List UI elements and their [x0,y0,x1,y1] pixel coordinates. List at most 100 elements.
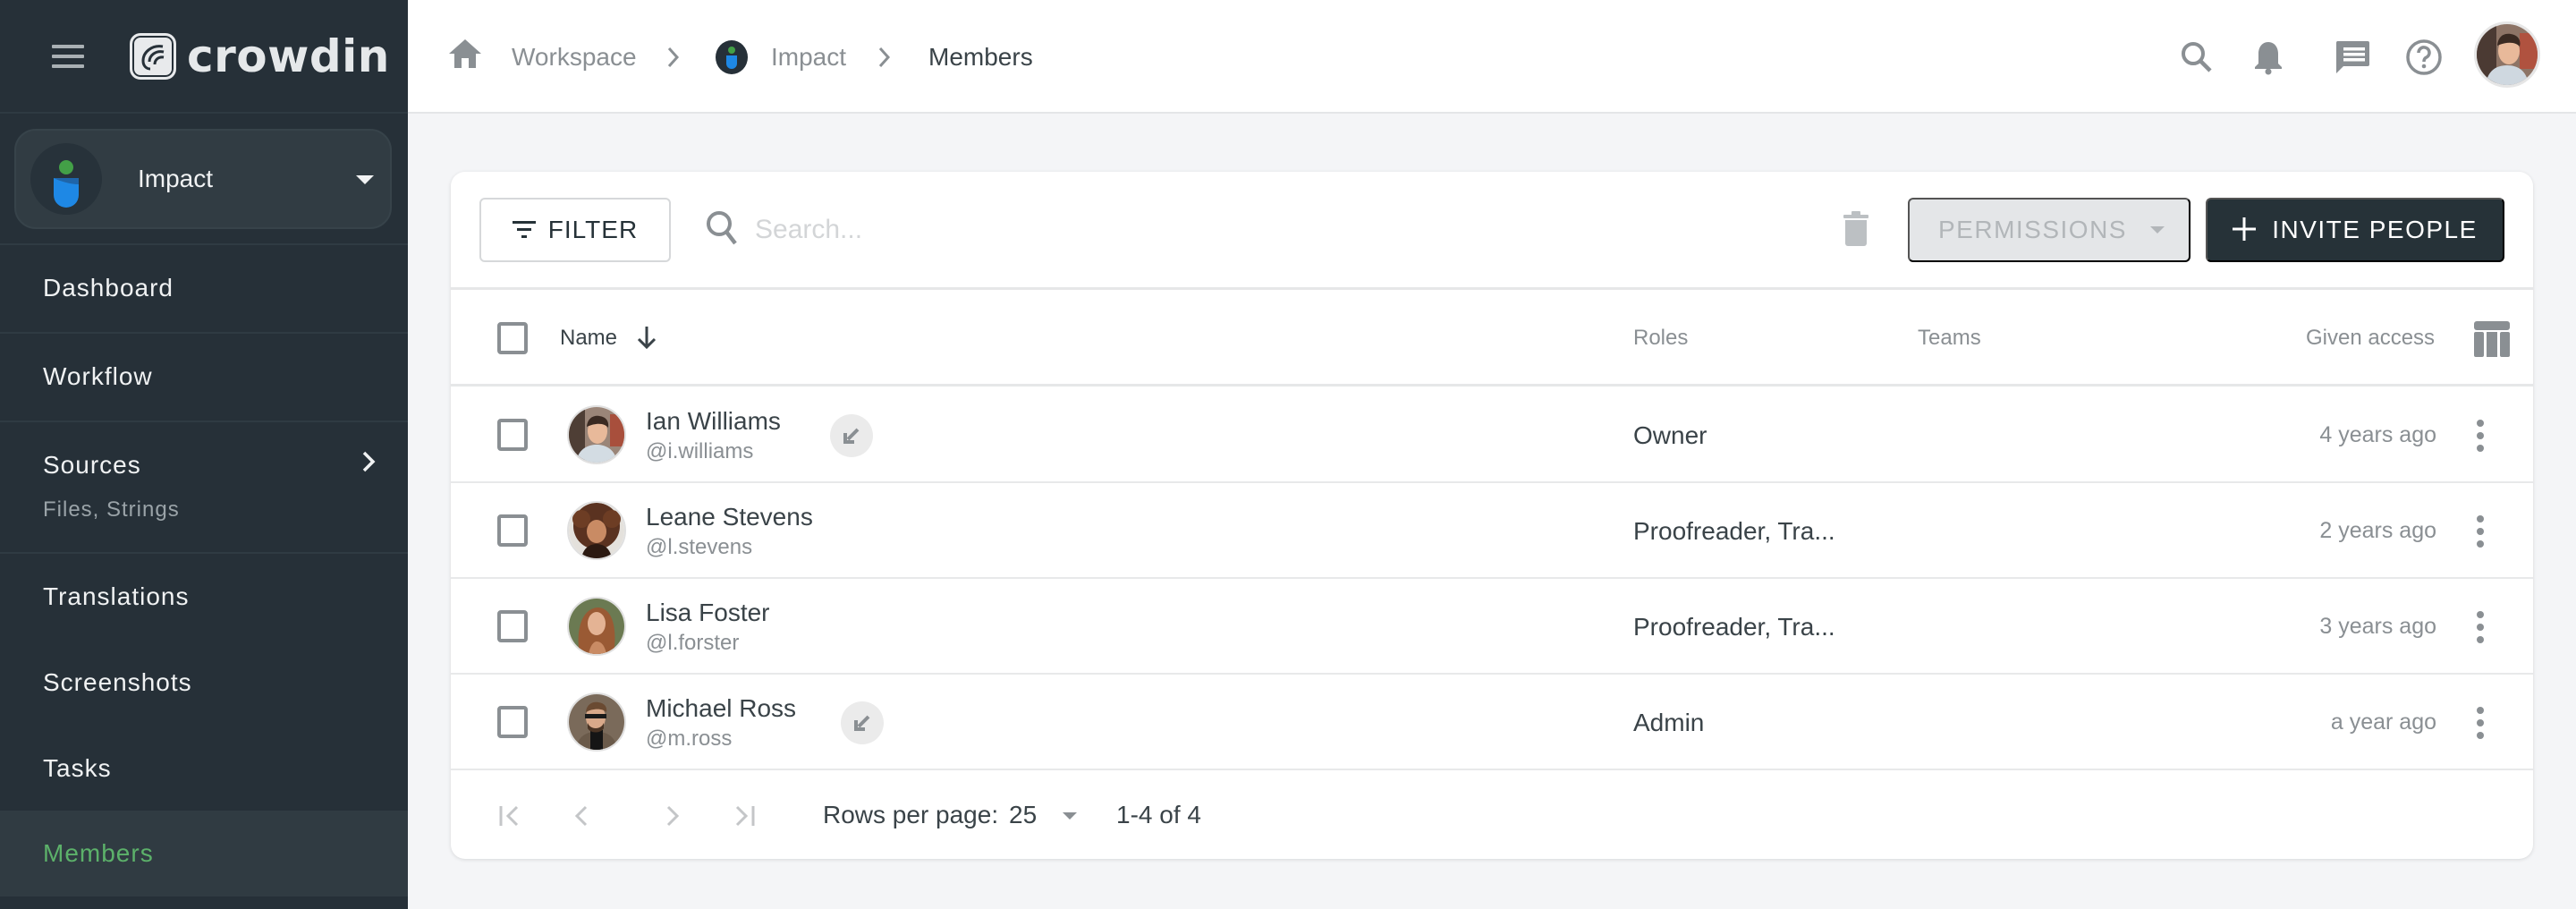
sidebar-item-members[interactable]: Members [0,811,408,896]
member-name[interactable]: Ian Williams [646,407,781,436]
pagination: Rows per page: 25 1-4 of 4 [451,771,2533,859]
delete-icon[interactable] [1843,211,1869,251]
filter-button[interactable]: FILTER [479,198,671,262]
chevron-right-icon [360,449,377,479]
search-icon[interactable] [2175,36,2218,79]
select-all-checkbox[interactable] [497,322,528,354]
table-row[interactable]: Michael Ross @m.ross Admin a year ago [451,675,2533,770]
page-range: 1-4 of 4 [1116,801,1201,828]
table-row[interactable]: Lisa Foster @l.forster Proofreader, Tra.… [451,579,2533,675]
search-input[interactable] [755,204,1828,256]
sidebar-item-label: Workflow [43,362,153,390]
next-page-icon[interactable] [655,798,691,834]
brand-bar: crowdin [0,0,408,114]
row-checkbox[interactable] [497,419,528,451]
project-selector[interactable]: Impact [14,129,392,229]
last-page-icon[interactable] [726,798,762,834]
user-avatar[interactable] [2474,21,2540,88]
avatar [567,692,626,752]
column-header-teams[interactable]: Teams [1918,290,1981,387]
sidebar: crowdin Impact Dashboard Workflow Source… [0,0,408,909]
chat-icon[interactable] [2331,36,2374,79]
crowdin-logo[interactable]: crowdin [130,30,390,82]
filter-button-label: FILTER [547,216,639,243]
invite-people-button[interactable]: INVITE PEOPLE [2206,198,2504,262]
columns-settings-icon[interactable] [2474,321,2510,361]
member-roles: Proofreader, Tra... [1633,613,1835,641]
breadcrumb-workspace[interactable]: Workspace [512,0,637,114]
sidebar-item-label: Tasks [43,754,112,782]
table-row[interactable]: Leane Stevens @l.stevens Proofreader, Tr… [451,483,2533,579]
rows-per-page-label: Rows per page: [823,801,999,828]
breadcrumb-current: Members [928,42,1033,71]
member-name[interactable]: Michael Ross [646,694,796,723]
menu-icon[interactable] [52,45,84,68]
invite-people-label: INVITE PEOPLE [2272,216,2478,243]
bell-icon[interactable] [2247,36,2290,79]
members-card: FILTER PERMISSIONS INVITE PEOPLE Name Ro… [451,172,2533,859]
crowdin-logo-icon [130,33,176,80]
avatar [567,501,626,560]
table-row[interactable]: Ian Williams @i.williams Owner 4 years a… [451,387,2533,483]
more-options-icon[interactable] [2467,701,2494,744]
sidebar-item-label: Sources [43,451,141,479]
row-checkbox[interactable] [497,514,528,547]
row-checkbox[interactable] [497,610,528,642]
member-name[interactable]: Lisa Foster [646,599,770,627]
member-name[interactable]: Leane Stevens [646,503,813,531]
impact-project-logo [30,143,102,215]
column-header-name[interactable]: Name [560,290,617,387]
sidebar-item-subtitle: Files, Strings [43,497,180,522]
arrow-down-left-badge-icon[interactable] [830,414,873,457]
sidebar-item-label: Dashboard [43,274,174,302]
help-icon[interactable] [2402,36,2445,79]
sidebar-item-dashboard[interactable]: Dashboard [0,245,408,332]
sidebar-item-translations[interactable]: Translations [0,554,408,640]
sidebar-item-label: Members [43,839,154,867]
first-page-icon[interactable] [492,798,528,834]
row-checkbox[interactable] [497,706,528,738]
member-given-access: 4 years ago [2319,422,2436,447]
sort-arrow-down-icon[interactable] [636,324,657,355]
home-icon[interactable] [447,38,483,74]
more-options-icon[interactable] [2467,414,2494,457]
sidebar-item-workflow[interactable]: Workflow [0,334,408,421]
caret-down-icon[interactable] [1063,812,1077,820]
member-handle: @l.stevens [646,535,753,559]
column-header-given-access[interactable]: Given access [2306,290,2435,387]
member-roles: Proofreader, Tra... [1633,517,1835,545]
top-header: Workspace Impact Members [408,0,2576,114]
member-roles: Owner [1633,421,1707,449]
member-handle: @m.ross [646,726,733,751]
member-given-access: 3 years ago [2319,614,2436,639]
avatar [567,597,626,656]
sidebar-item-label: Translations [43,582,190,610]
plus-icon [2233,217,2257,243]
more-options-icon[interactable] [2467,510,2494,553]
sidebar-item-screenshots[interactable]: Screenshots [0,640,408,726]
members-toolbar: FILTER PERMISSIONS INVITE PEOPLE [451,172,2533,290]
sidebar-item-sources[interactable]: Sources Files, Strings [0,422,408,552]
member-given-access: a year ago [2330,709,2436,735]
project-name: Impact [138,165,214,192]
search-icon [705,209,741,253]
chevron-down-icon [356,175,374,184]
sidebar-item-tasks[interactable]: Tasks [0,726,408,811]
member-roles: Admin [1633,709,1705,736]
member-handle: @i.williams [646,439,754,463]
sidebar-item-label: Screenshots [43,668,192,696]
member-handle: @l.forster [646,631,740,655]
member-given-access: 2 years ago [2319,518,2436,543]
column-header-roles[interactable]: Roles [1633,290,1688,387]
breadcrumb-separator-icon [665,45,682,74]
arrow-down-left-badge-icon[interactable] [841,701,884,744]
more-options-icon[interactable] [2467,606,2494,649]
avatar [567,405,626,464]
breadcrumb-separator-icon [877,45,893,74]
previous-page-icon[interactable] [564,798,599,834]
breadcrumb-impact[interactable]: Impact [771,0,846,114]
impact-project-logo [716,40,748,74]
rows-per-page-select[interactable]: 25 [1009,771,1037,859]
permissions-button[interactable]: PERMISSIONS [1908,198,2190,262]
brand-name: crowdin [187,30,390,82]
